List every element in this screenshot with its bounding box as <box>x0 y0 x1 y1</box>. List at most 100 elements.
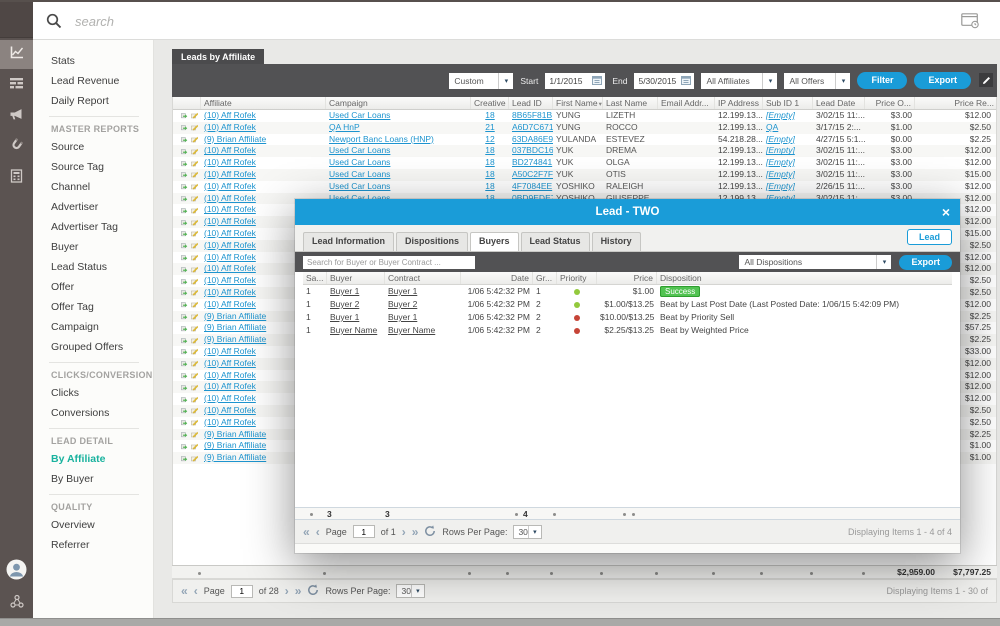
sidebar-item-channel[interactable]: Channel <box>33 177 153 197</box>
lead-id-link[interactable]: A50C2F7F <box>509 169 553 181</box>
sub-id-link[interactable]: [Empty] <box>763 181 813 193</box>
lead-id-link[interactable]: 4F7084EE <box>509 181 553 193</box>
export-button[interactable]: Export <box>914 72 971 89</box>
column-header-date[interactable]: Date <box>461 272 533 284</box>
sidebar-item-offer-tag[interactable]: Offer Tag <box>33 297 153 317</box>
sidebar-item-stats[interactable]: Stats <box>33 51 153 71</box>
sidebar-item-source-tag[interactable]: Source Tag <box>33 157 153 177</box>
column-header-sub-id-1[interactable]: Sub ID 1 <box>763 97 813 109</box>
first-page-button[interactable]: « <box>303 526 310 538</box>
next-page-button[interactable]: › <box>285 585 289 597</box>
affiliate-link[interactable]: (10) Aff Rofek <box>201 169 326 181</box>
column-header-email-addr[interactable]: Email Addr... <box>658 97 715 109</box>
tab-lead-status[interactable]: Lead Status <box>521 232 590 251</box>
column-header-price[interactable]: Price <box>597 272 657 284</box>
sidebar-item-conversions[interactable]: Conversions <box>33 403 153 423</box>
column-header-sa[interactable]: Sa... <box>303 272 327 284</box>
lead-button[interactable]: Lead <box>907 229 952 245</box>
campaign-link[interactable]: QA HnP <box>326 122 471 134</box>
sort-arrow-icon[interactable]: ▾ <box>599 101 602 108</box>
date-range-select[interactable]: Custom ▾ <box>449 73 513 89</box>
table-row[interactable]: (10) Aff RofekUsed Car Loans18037BDC16YU… <box>173 145 996 157</box>
filter-button[interactable]: Filter <box>857 72 907 89</box>
column-header-disposition[interactable]: Disposition <box>657 272 948 284</box>
settings-cluster-icon[interactable] <box>9 594 25 614</box>
sidebar-item-advertiser[interactable]: Advertiser <box>33 197 153 217</box>
affiliate-link[interactable]: (10) Aff Rofek <box>201 122 326 134</box>
buyer-link[interactable]: Buyer 2 <box>327 298 385 311</box>
calendar-icon[interactable] <box>592 75 602 87</box>
sidebar-item-referrer[interactable]: Referrer <box>33 535 153 555</box>
buyer-link[interactable]: Buyer 1 <box>327 285 385 298</box>
creative-link[interactable]: 21 <box>471 122 509 134</box>
buyer-link[interactable]: Buyer 1 <box>327 311 385 324</box>
first-page-button[interactable]: « <box>181 585 188 597</box>
column-header-lead-date[interactable]: Lead Date <box>813 97 865 109</box>
buyer-row[interactable]: 1Buyer 2Buyer 21/06 5:42:32 PM2$1.00/$13… <box>303 298 952 311</box>
column-header-first-name[interactable]: First Name▾ <box>553 97 603 109</box>
contract-link[interactable]: Buyer 2 <box>385 298 461 311</box>
campaign-link[interactable]: Used Car Loans <box>326 169 471 181</box>
tab-buyers[interactable]: Buyers <box>470 232 519 251</box>
affiliate-link[interactable]: (10) Aff Rofek <box>201 110 326 122</box>
creative-link[interactable]: 12 <box>471 134 509 146</box>
lead-id-link[interactable]: 63DA86E9 <box>509 134 553 146</box>
rows-per-page-select[interactable]: 30 ▾ <box>513 525 541 539</box>
buyer-row[interactable]: 1Buyer 1Buyer 11/06 5:42:32 PM1$1.00Succ… <box>303 285 952 298</box>
column-header-priority[interactable]: Priority <box>557 272 597 284</box>
sidebar-item-daily-report[interactable]: Daily Report <box>33 91 153 111</box>
sidebar-item-buyer[interactable]: Buyer <box>33 237 153 257</box>
column-header-price-o[interactable]: Price O... <box>865 97 915 109</box>
sidebar-item-overview[interactable]: Overview <box>33 515 153 535</box>
report-tab[interactable]: Leads by Affiliate <box>172 49 264 64</box>
rail-item-reports[interactable] <box>0 40 33 69</box>
lead-id-link[interactable]: A6D7C671 <box>509 122 553 134</box>
buyer-search-input[interactable] <box>303 256 475 269</box>
table-row[interactable]: (10) Aff RofekUsed Car Loans18A50C2F7FYU… <box>173 169 996 181</box>
affiliate-link[interactable]: (9) Brian Affiliate <box>201 134 326 146</box>
sidebar-item-lead-revenue[interactable]: Lead Revenue <box>33 71 153 91</box>
campaign-link[interactable]: Used Car Loans <box>326 145 471 157</box>
lead-id-link[interactable]: 037BDC16 <box>509 145 553 157</box>
window-clock-icon[interactable] <box>961 13 980 34</box>
modal-export-button[interactable]: Export <box>899 255 952 270</box>
contract-link[interactable]: Buyer 1 <box>385 285 461 298</box>
creative-link[interactable]: 18 <box>471 145 509 157</box>
lead-id-link[interactable]: BD274841 <box>509 157 553 169</box>
calendar-icon[interactable] <box>681 75 691 87</box>
column-header-price-re[interactable]: Price Re... <box>915 97 997 109</box>
campaign-link[interactable]: Used Car Loans <box>326 157 471 169</box>
offers-select[interactable]: All Offers ▾ <box>784 73 850 89</box>
app-logo[interactable] <box>0 2 33 38</box>
sidebar-item-by-affiliate[interactable]: By Affiliate <box>33 449 153 469</box>
contract-link[interactable]: Buyer Name <box>385 324 461 337</box>
tab-lead-information[interactable]: Lead Information <box>303 232 394 251</box>
refresh-button[interactable] <box>307 584 319 598</box>
sidebar-item-source[interactable]: Source <box>33 137 153 157</box>
rows-per-page-select[interactable]: 30 ▾ <box>396 584 424 598</box>
lead-id-link[interactable]: 8B65F81B <box>509 110 553 122</box>
sub-id-link[interactable]: [Empty] <box>763 169 813 181</box>
buyer-row[interactable]: 1Buyer 1Buyer 11/06 5:42:32 PM2$10.00/$1… <box>303 311 952 324</box>
sidebar-item-advertiser-tag[interactable]: Advertiser Tag <box>33 217 153 237</box>
creative-link[interactable]: 18 <box>471 169 509 181</box>
last-page-button[interactable]: » <box>295 585 302 597</box>
creative-link[interactable]: 18 <box>471 110 509 122</box>
table-row[interactable]: (10) Aff RofekUsed Car Loans18BD274841YU… <box>173 157 996 169</box>
tab-history[interactable]: History <box>592 232 641 251</box>
refresh-button[interactable] <box>424 525 436 539</box>
sidebar-item-grouped-offers[interactable]: Grouped Offers <box>33 337 153 357</box>
table-row[interactable]: (9) Brian AffiliateNewport Banc Loans (H… <box>173 134 996 146</box>
sub-id-link[interactable]: [Empty] <box>763 157 813 169</box>
column-header-contract[interactable]: Contract <box>385 272 461 284</box>
buyer-link[interactable]: Buyer Name <box>327 324 385 337</box>
modal-header[interactable]: Lead - TWO × <box>295 199 960 225</box>
column-header-last-name[interactable]: Last Name <box>603 97 658 109</box>
edit-columns-button[interactable] <box>979 73 993 87</box>
affiliate-link[interactable]: (10) Aff Rofek <box>201 181 326 193</box>
sidebar-item-campaign[interactable]: Campaign <box>33 317 153 337</box>
disposition-success-badge[interactable]: Success <box>660 286 700 297</box>
last-page-button[interactable]: » <box>412 526 419 538</box>
end-date-field[interactable]: 5/30/2015 <box>634 73 694 89</box>
next-page-button[interactable]: › <box>402 526 406 538</box>
